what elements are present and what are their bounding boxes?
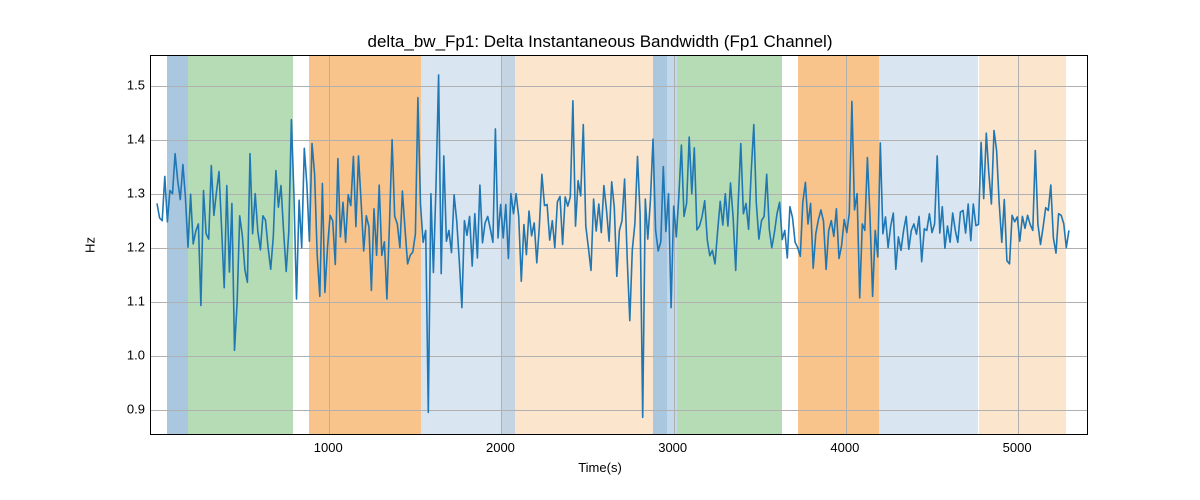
y-axis-label: Hz: [83, 237, 98, 253]
y-tick-label: 1.1: [115, 293, 145, 308]
chart-title: delta_bw_Fp1: Delta Instantaneous Bandwi…: [0, 32, 1200, 52]
x-tick-label: 2000: [486, 440, 515, 455]
y-tick-label: 1.2: [115, 239, 145, 254]
x-tick-label: 3000: [658, 440, 687, 455]
y-tick-label: 1.0: [115, 347, 145, 362]
y-tick-label: 1.3: [115, 185, 145, 200]
x-tick-label: 4000: [830, 440, 859, 455]
series-line: [157, 75, 1069, 417]
x-tick-label: 1000: [314, 440, 343, 455]
figure: delta_bw_Fp1: Delta Instantaneous Bandwi…: [0, 0, 1200, 500]
x-axis-label: Time(s): [0, 460, 1200, 475]
y-tick-label: 1.5: [115, 77, 145, 92]
y-tick-label: 1.4: [115, 131, 145, 146]
x-tick-label: 5000: [1003, 440, 1032, 455]
plot-axes: [150, 55, 1088, 435]
y-tick-label: 0.9: [115, 401, 145, 416]
line-series: [151, 56, 1087, 434]
